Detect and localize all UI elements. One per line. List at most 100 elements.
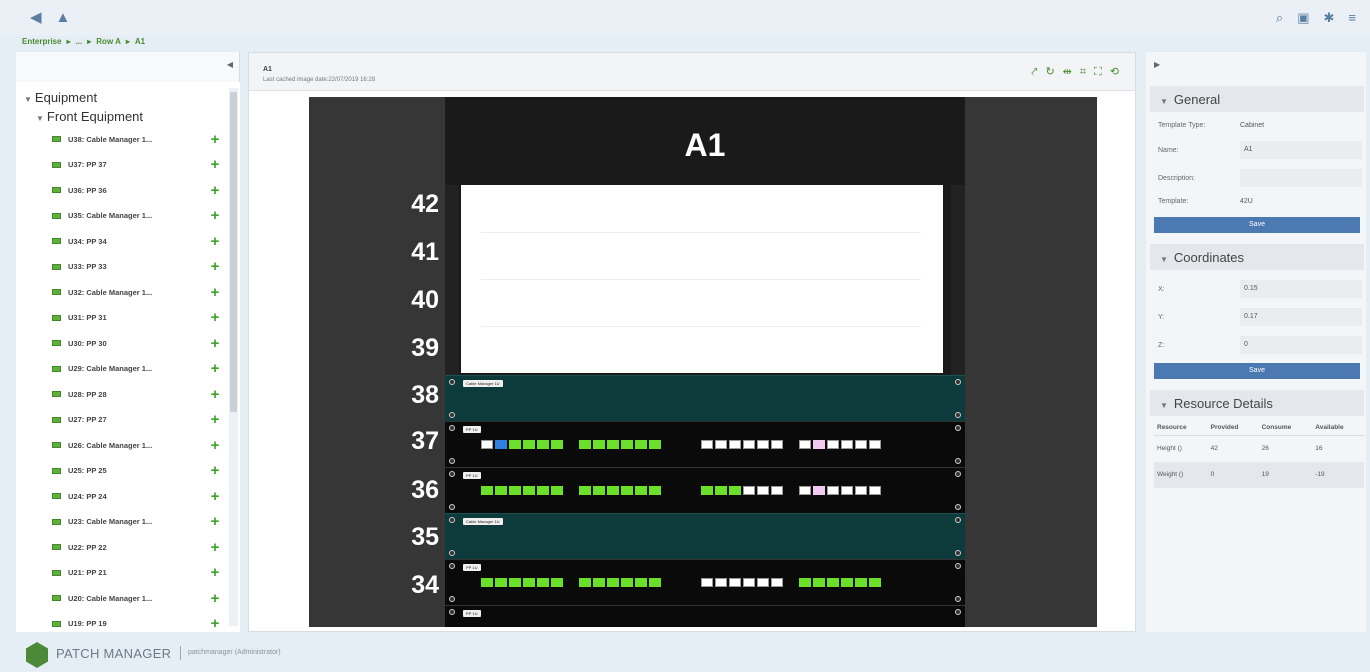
tree-item[interactable]: U35: Cable Manager 1... + — [52, 205, 222, 227]
resource-details-section-header[interactable]: ▼ Resource Details — [1150, 390, 1364, 416]
add-icon[interactable]: + — [208, 437, 222, 454]
port[interactable] — [607, 440, 619, 449]
tree-item[interactable]: U30: PP 30 + — [52, 332, 222, 354]
port[interactable] — [869, 578, 881, 587]
port[interactable] — [495, 486, 507, 495]
general-section-header[interactable]: ▼ General — [1150, 86, 1364, 112]
port[interactable] — [551, 578, 563, 587]
patch-panel-u34[interactable]: PP 1U — [445, 559, 965, 605]
search-icon[interactable]: ⌕ — [1276, 10, 1283, 25]
tree-item[interactable]: U32: Cable Manager 1... + — [52, 281, 222, 303]
tree-node-front-equipment[interactable]: ▼ Front Equipment — [36, 109, 143, 124]
breadcrumb-enterprise[interactable]: Enterprise — [22, 37, 62, 46]
port[interactable] — [649, 440, 661, 449]
port[interactable] — [827, 486, 839, 495]
settings-icon[interactable]: ✱ — [1324, 10, 1335, 25]
collapse-right-icon[interactable]: ▶ — [1154, 60, 1160, 69]
zoom-fit-icon[interactable]: ⛶ — [1094, 67, 1102, 78]
port[interactable] — [855, 440, 867, 449]
port[interactable] — [729, 578, 741, 587]
port[interactable] — [841, 440, 853, 449]
tree-item[interactable]: U20: Cable Manager 1... + — [52, 587, 222, 609]
menu-icon[interactable]: ≡ — [1348, 10, 1356, 25]
port[interactable] — [509, 440, 521, 449]
port[interactable] — [729, 440, 741, 449]
add-icon[interactable]: + — [208, 182, 222, 199]
port[interactable] — [621, 440, 633, 449]
port[interactable] — [509, 486, 521, 495]
port[interactable] — [757, 578, 769, 587]
port[interactable] — [607, 486, 619, 495]
port[interactable] — [579, 486, 591, 495]
port[interactable] — [701, 578, 713, 587]
general-save-button[interactable]: Save — [1154, 217, 1360, 233]
tree-item[interactable]: U26: Cable Manager 1... + — [52, 434, 222, 456]
port[interactable] — [869, 486, 881, 495]
tree-item[interactable]: U22: PP 22 + — [52, 536, 222, 558]
port[interactable] — [701, 440, 713, 449]
port[interactable] — [715, 486, 727, 495]
port[interactable] — [715, 578, 727, 587]
fit-width-icon[interactable]: ⇹ — [1063, 67, 1072, 78]
port[interactable] — [841, 578, 853, 587]
port[interactable] — [729, 486, 741, 495]
port[interactable] — [523, 486, 535, 495]
port[interactable] — [481, 578, 493, 587]
port[interactable] — [827, 440, 839, 449]
port[interactable] — [537, 578, 549, 587]
tree-item[interactable]: U36: PP 36 + — [52, 179, 222, 201]
z-field[interactable]: 0 — [1240, 336, 1362, 354]
port[interactable] — [799, 440, 811, 449]
add-icon[interactable]: + — [208, 590, 222, 607]
port[interactable] — [855, 578, 867, 587]
port[interactable] — [593, 486, 605, 495]
port[interactable] — [855, 486, 867, 495]
port[interactable] — [743, 486, 755, 495]
tree-item[interactable]: U33: PP 33 + — [52, 256, 222, 278]
tree-item[interactable]: U27: PP 27 + — [52, 409, 222, 431]
description-field[interactable] — [1240, 169, 1362, 187]
tree-item[interactable]: U29: Cable Manager 1... + — [52, 358, 222, 380]
add-icon[interactable]: + — [208, 513, 222, 530]
port[interactable] — [593, 578, 605, 587]
port[interactable] — [551, 440, 563, 449]
port[interactable] — [621, 578, 633, 587]
port[interactable] — [481, 486, 493, 495]
collapse-left-icon[interactable]: ◀ — [227, 60, 233, 69]
tree-item[interactable]: U24: PP 24 + — [52, 485, 222, 507]
patch-panel-u33[interactable]: PP 1U — [445, 605, 965, 627]
tree-node-equipment[interactable]: ▼ Equipment — [24, 90, 97, 105]
trace-icon[interactable]: ⤤ — [1031, 67, 1037, 78]
y-field[interactable]: 0.17 — [1240, 308, 1362, 326]
port[interactable] — [827, 578, 839, 587]
port[interactable] — [743, 440, 755, 449]
cable-manager-u35[interactable]: Cable Manager 1U — [445, 513, 965, 559]
coordinates-section-header[interactable]: ▼ Coordinates — [1150, 244, 1364, 270]
port[interactable] — [551, 486, 563, 495]
port[interactable] — [523, 578, 535, 587]
add-icon[interactable]: + — [208, 386, 222, 403]
reset-icon[interactable]: ⟲ — [1110, 67, 1119, 78]
add-icon[interactable]: + — [208, 488, 222, 505]
port[interactable] — [813, 578, 825, 587]
add-icon[interactable]: + — [208, 131, 222, 148]
port[interactable] — [537, 440, 549, 449]
breadcrumb-current[interactable]: A1 — [135, 37, 145, 46]
empty-rack-space[interactable] — [461, 185, 943, 373]
port[interactable] — [523, 440, 535, 449]
add-icon[interactable]: + — [208, 564, 222, 581]
add-icon[interactable]: + — [208, 258, 222, 275]
port[interactable] — [579, 578, 591, 587]
port[interactable] — [813, 440, 825, 449]
port[interactable] — [743, 578, 755, 587]
port[interactable] — [635, 486, 647, 495]
cable-manager-u38[interactable]: Cable Manager 1U — [445, 375, 965, 421]
port[interactable] — [537, 486, 549, 495]
add-icon[interactable]: + — [208, 233, 222, 250]
x-field[interactable]: 0.15 — [1240, 280, 1362, 298]
tree-item[interactable]: U19: PP 19 + — [52, 613, 222, 632]
tree-item[interactable]: U37: PP 37 + — [52, 154, 222, 176]
port[interactable] — [757, 486, 769, 495]
port[interactable] — [509, 578, 521, 587]
add-icon[interactable]: + — [208, 462, 222, 479]
